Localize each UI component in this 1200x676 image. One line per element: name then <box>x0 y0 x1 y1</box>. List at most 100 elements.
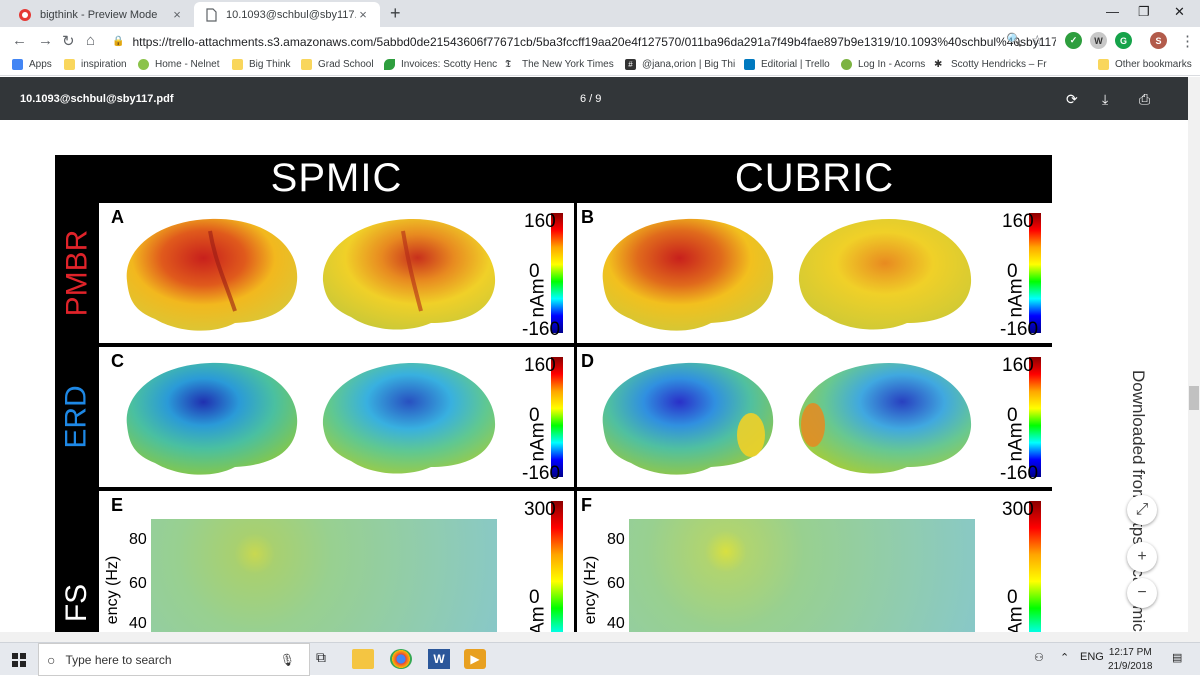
media-player-icon[interactable]: ▶ <box>464 649 486 669</box>
maximize-button[interactable]: ❐ <box>1138 4 1150 20</box>
fit-page-button[interactable]: ⤢ <box>1127 495 1157 525</box>
w-extension-icon[interactable]: W <box>1090 32 1107 49</box>
bookmark-star-icon[interactable]: ☆ <box>1031 32 1044 49</box>
rotate-icon[interactable]: ⟳ <box>1066 91 1078 108</box>
leaf-icon <box>384 59 395 70</box>
scale-min: -160 <box>1000 319 1039 340</box>
zoom-in-button[interactable]: + <box>1127 542 1157 572</box>
tab-title: 10.1093@schbul@sby117.pdf <box>226 8 356 21</box>
zoom-out-button[interactable]: − <box>1127 578 1157 608</box>
vertical-scrollbar[interactable] <box>1188 77 1200 642</box>
brain-right-b <box>798 219 972 330</box>
task-view-icon[interactable]: ⧉ <box>316 649 338 669</box>
tab-title: bigthink - Preview Mode <box>40 8 158 21</box>
clock[interactable]: 12:17 PM 21/9/2018 <box>1108 646 1153 674</box>
scale-min: -160 <box>522 463 561 484</box>
brain-left-d <box>602 362 774 475</box>
url-text: https://trello-attachments.s3.amazonaws.… <box>132 34 1056 49</box>
other-bookmarks[interactable]: Other bookmarks <box>1098 59 1192 70</box>
scale-max: 300 <box>1002 499 1034 520</box>
scale-max: 160 <box>1002 355 1034 376</box>
panel-letter: E <box>111 495 124 515</box>
profile-avatar[interactable]: S <box>1150 32 1167 49</box>
horizontal-scrollbar[interactable] <box>0 632 1188 642</box>
tab-close-icon[interactable]: × <box>356 7 370 22</box>
tab-strip: bigthink - Preview Mode × 10.1093@schbul… <box>0 0 1200 27</box>
folder-icon <box>1098 59 1109 70</box>
bookmark-scotty-hendricks[interactable]: ✱ Scotty Hendricks – Fr <box>934 59 1047 70</box>
row-label-erd: ERD <box>55 347 99 487</box>
bookmark-jana-orion[interactable]: # @jana,orion | Big Thi <box>625 59 735 70</box>
nyt-icon: 𝕿 <box>505 59 516 70</box>
brain-right-c <box>322 363 496 474</box>
figure: SPMIC CUBRIC PMBR ERD FS A 160 0 -160 nA… <box>55 155 1052 632</box>
star-burst-icon: ✱ <box>934 59 943 70</box>
y-axis-label: ency (Hz) <box>582 555 600 625</box>
tab-bigthink[interactable]: bigthink - Preview Mode × <box>8 2 194 27</box>
menu-kebab-icon[interactable]: ⋮ <box>1180 32 1195 50</box>
document-icon <box>204 7 218 22</box>
address-bar[interactable]: 🔒 https://trello-attachments.s3.amazonaw… <box>112 30 1056 53</box>
acorn-icon <box>841 59 852 70</box>
ytick-60: 60 <box>129 575 147 592</box>
chrome-icon[interactable] <box>390 649 412 669</box>
pdf-toolbar: 10.1093@schbul@sby117.pdf 6 / 9 ⟳ ⤓ ⎙ <box>0 77 1200 120</box>
bookmark-editorial-trello[interactable]: Editorial | Trello <box>744 59 830 70</box>
people-icon[interactable]: ⚇ <box>1034 651 1044 664</box>
bookmark-invoices[interactable]: Invoices: Scotty Henc <box>384 59 497 70</box>
bookmark-nyt[interactable]: 𝕿 The New York Times <box>505 59 614 70</box>
panel-d: D 160 0 -160 nAm <box>577 347 1052 487</box>
unit-label: nAm <box>1005 278 1027 318</box>
file-explorer-icon[interactable] <box>352 649 374 669</box>
back-arrow-icon[interactable]: ← <box>12 32 27 49</box>
ytick-80: 80 <box>129 531 147 548</box>
page-indicator[interactable]: 6 / 9 <box>580 93 601 105</box>
print-icon[interactable]: ⎙ <box>1139 91 1150 108</box>
unit-label: nAm <box>1005 422 1027 462</box>
new-tab-button[interactable]: + <box>390 3 401 24</box>
pdf-viewport[interactable]: SPMIC CUBRIC PMBR ERD FS A 160 0 -160 nA… <box>0 120 1188 632</box>
bigthink-favicon-icon <box>18 8 32 22</box>
brain-right-d <box>798 363 972 474</box>
scale-min: -160 <box>1000 463 1039 484</box>
reload-icon[interactable]: ↻ <box>62 32 75 50</box>
home-icon[interactable]: ⌂ <box>86 32 95 49</box>
bookmark-grad-school[interactable]: Grad School <box>301 59 374 70</box>
language-indicator[interactable]: ENG <box>1080 651 1104 663</box>
taskbar-search[interactable]: ○ Type here to search 🎙 <box>38 643 310 676</box>
tab-pdf[interactable]: 10.1093@schbul@sby117.pdf × <box>194 2 380 27</box>
grammarly-extension-icon[interactable]: G <box>1115 32 1132 49</box>
scale-max: 160 <box>1002 211 1034 232</box>
bookmark-big-think[interactable]: Big Think <box>232 59 291 70</box>
tray-chevron-icon[interactable]: ⌃ <box>1060 651 1069 664</box>
windows-taskbar: ○ Type here to search 🎙 ⧉ W ▶ ⚇ ⌃ ENG 12… <box>0 642 1200 676</box>
tab-close-icon[interactable]: × <box>170 7 184 22</box>
panel-a: A 160 0 -160 nAm <box>99 203 574 343</box>
scale-max: 300 <box>524 499 556 520</box>
zoom-icon[interactable]: 🔍 <box>1006 32 1022 48</box>
panel-f: F ency (Hz) 80 60 40 300 0 nAm <box>577 491 1052 632</box>
windows-start-icon[interactable] <box>12 653 26 667</box>
panel-e: E ency (Hz) 80 60 40 300 0 nAm <box>99 491 574 632</box>
trello-icon <box>744 59 755 70</box>
apps-bookmark[interactable]: Apps <box>12 59 52 70</box>
bookmark-nelnet[interactable]: Home - Nelnet <box>138 59 219 70</box>
word-icon[interactable]: W <box>428 649 450 669</box>
microphone-icon[interactable]: 🎙 <box>280 653 295 667</box>
forward-arrow-icon[interactable]: → <box>38 32 53 49</box>
close-window-button[interactable]: ✕ <box>1174 4 1185 20</box>
bookmark-inspiration[interactable]: inspiration <box>64 59 127 70</box>
scrollbar-thumb[interactable] <box>1189 386 1199 410</box>
row-label-fs: FS <box>55 491 99 632</box>
folder-icon <box>64 59 75 70</box>
unit-label: nAm <box>1005 606 1027 632</box>
spectrogram-e <box>151 519 497 632</box>
notification-icon[interactable]: ▤ <box>1172 651 1182 664</box>
minimize-button[interactable]: — <box>1106 4 1119 19</box>
nelnet-icon <box>138 59 149 70</box>
download-icon[interactable]: ⤓ <box>1102 91 1108 108</box>
brain-left-c <box>126 362 298 475</box>
bookmark-acorns[interactable]: Log In - Acorns <box>841 59 925 70</box>
spectrogram-f <box>629 519 975 632</box>
check-extension-icon[interactable]: ✓ <box>1065 32 1082 49</box>
